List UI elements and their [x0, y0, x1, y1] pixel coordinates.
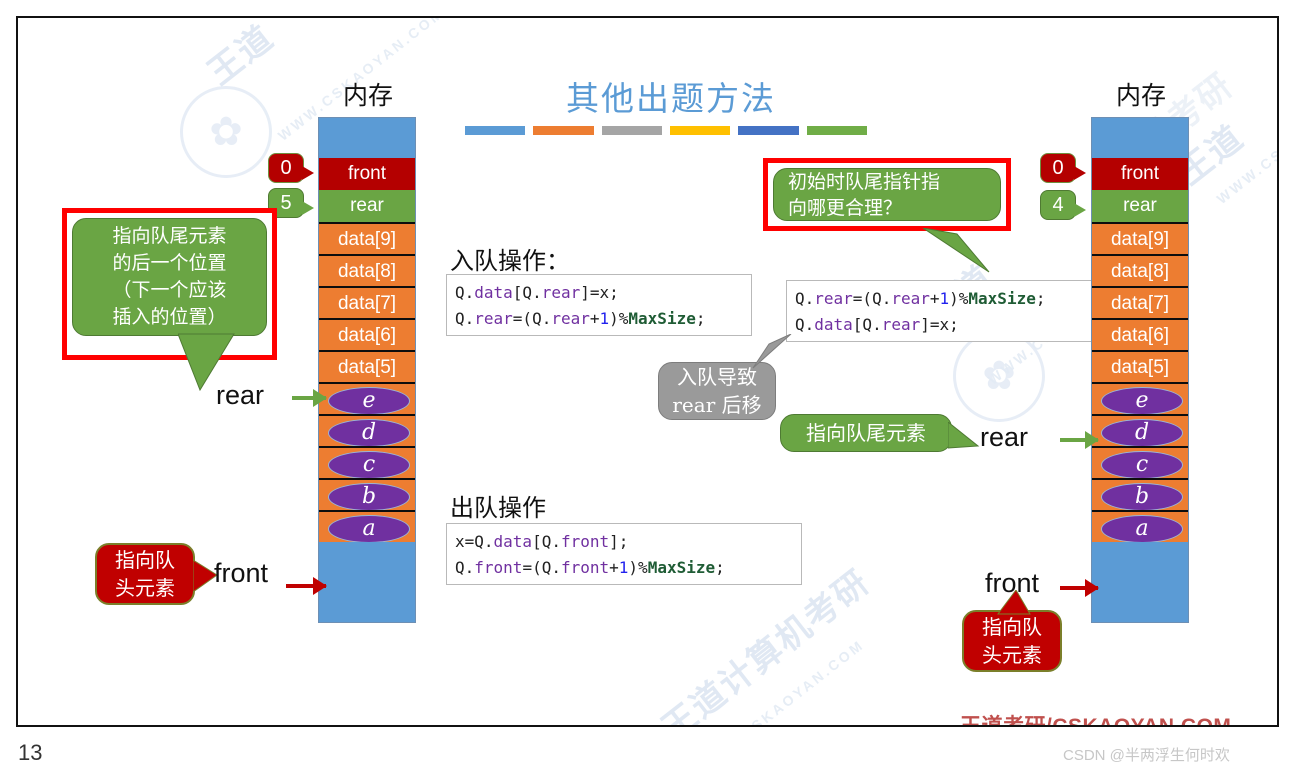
arrow-rear-right-icon — [1060, 431, 1099, 449]
callout-tail-icon — [752, 334, 792, 369]
front-index-tag-right: 0 — [1040, 153, 1086, 183]
watermark-seal-icon: ✿ — [953, 330, 1045, 422]
callout-front-points-to-head-right: 指向队 头元素 — [962, 610, 1062, 672]
memory-cell-data: data[7] — [1092, 286, 1188, 318]
element-oval: d — [1101, 419, 1183, 447]
title-decoration-bars — [465, 126, 867, 135]
watermark-url: WWW.CS — [1213, 145, 1279, 207]
memory-cell-data: data[6] — [1092, 318, 1188, 350]
element-oval: e — [1101, 387, 1183, 415]
element-oval: b — [328, 483, 410, 511]
callout-tail-icon — [948, 422, 980, 449]
memory-cell-element: e — [319, 382, 415, 415]
element-oval: b — [1101, 483, 1183, 511]
code-line: Q.front=(Q.front+1)%MaxSize; — [455, 558, 725, 577]
watermark-logo-text: 王道 — [201, 18, 282, 93]
element-oval: a — [328, 515, 410, 543]
title-bar-segment — [533, 126, 594, 135]
callout-tail-icon — [997, 590, 1031, 615]
arrow-rear-left-icon — [292, 389, 327, 407]
enqueue-heading: 入队操作： — [450, 247, 570, 275]
watermark-url: WWW.CSKAOYAN.COM — [694, 636, 868, 727]
memory-cell-element: d — [319, 414, 415, 447]
code-line: x=Q.data[Q.front]; — [455, 532, 629, 551]
callout-front-points-to-head-left: 指向队 头元素 — [95, 543, 195, 605]
memory-cell-data: data[5] — [1092, 350, 1188, 382]
memory-cell-front: front — [319, 158, 415, 190]
memory-column-left: 内存 front rear data[9] data[8] data[7] da… — [318, 81, 416, 623]
callout-enqueue-moves-rear: 入队导致 rear 后移 — [658, 362, 776, 420]
memory-cell-empty-top — [319, 118, 415, 158]
memory-cell-data: data[7] — [319, 286, 415, 318]
memory-cell-rear: rear — [1092, 190, 1188, 222]
code-line: Q.data[Q.rear]=x; — [455, 283, 619, 302]
memory-cell-data: data[9] — [1092, 222, 1188, 254]
page-number: 13 — [18, 740, 43, 765]
element-oval: c — [1101, 451, 1183, 479]
memory-caption-right: 内存 — [1115, 81, 1166, 110]
slide-canvas: 王道 WWW.CSKAOYAN.COM ✿ 王道 WWW.CS 王道 WWW.C… — [16, 16, 1279, 727]
callout-tail-icon — [923, 228, 990, 273]
front-index-tag-left: 0 — [268, 153, 314, 183]
pointer-label-rear-left: rear — [216, 380, 265, 410]
code-block-dequeue: x=Q.data[Q.front]; Q.front=(Q.front+1)%Ma… — [446, 523, 802, 585]
code-line: Q.data[Q.rear]=x; — [795, 315, 959, 334]
csdn-credit: CSDN @半两浮生何时欢 — [1063, 747, 1230, 764]
code-line: Q.rear=(Q.rear+1)%MaxSize; — [795, 289, 1046, 308]
tag-beak-icon — [302, 166, 314, 180]
element-oval: a — [1101, 515, 1183, 543]
code-line: Q.rear=(Q.rear+1)%MaxSize; — [455, 309, 706, 328]
memory-cell-element: d — [1092, 414, 1188, 447]
memory-cell-data: data[9] — [319, 222, 415, 254]
memory-cell-element: a — [319, 510, 415, 543]
callout-rear-points-to-next-slot: 指向队尾元素 的后一个位置 （下一个应该 插入的位置） — [72, 218, 267, 336]
memory-cell-element: c — [319, 446, 415, 479]
callout-initial-rear-question: 初始时队尾指针指 向哪更合理？ — [773, 168, 1001, 221]
memory-cell-element: e — [1092, 382, 1188, 415]
rear-index-tag-right: 4 — [1040, 190, 1086, 220]
memory-column-right: 内存 front rear data[9] data[8] data[7] da… — [1091, 81, 1189, 623]
memory-cell-data: data[8] — [319, 254, 415, 286]
tag-beak-icon — [1074, 166, 1086, 180]
memory-cell-front: front — [1092, 158, 1188, 190]
title-bar-segment — [738, 126, 799, 135]
title-bar-segment — [601, 126, 662, 135]
arrow-front-right-icon — [1060, 579, 1099, 597]
memory-cell-data: data[5] — [319, 350, 415, 382]
callout-rear-points-to-tail-right: 指向队尾元素 — [780, 414, 952, 452]
memory-cell-element: a — [1092, 510, 1188, 543]
title-bar-segment — [669, 126, 731, 135]
code-block-enqueue-rear-first: Q.rear=(Q.rear+1)%MaxSize; Q.data[Q.rear]… — [786, 280, 1092, 342]
memory-cell-element: b — [1092, 478, 1188, 511]
pointer-label-front-left: front — [214, 558, 269, 588]
memory-cell-empty-bottom — [319, 542, 415, 622]
memory-cell-data: data[8] — [1092, 254, 1188, 286]
memory-cell-element: c — [1092, 446, 1188, 479]
watermark-seal-icon: ✿ — [180, 86, 272, 178]
memory-cell-empty-top — [1092, 118, 1188, 158]
memory-cell-rear: rear — [319, 190, 415, 222]
pointer-label-rear-right: rear — [980, 422, 1029, 452]
memory-cell-empty-bottom — [1092, 542, 1188, 622]
dequeue-heading: 出队操作 — [450, 494, 546, 522]
title-bar-segment — [465, 126, 526, 135]
memory-caption-left: 内存 — [342, 81, 393, 110]
code-block-enqueue-rear-last: Q.data[Q.rear]=x; Q.rear=(Q.rear+1)%MaxSi… — [446, 274, 752, 336]
tag-beak-icon — [1074, 203, 1086, 217]
element-oval: c — [328, 451, 410, 479]
page-title: 其他出题方法 — [566, 79, 776, 118]
tag-beak-icon — [302, 201, 314, 215]
element-oval: e — [328, 387, 410, 415]
memory-cell-data: data[6] — [319, 318, 415, 350]
brand-footer: 王道考研/CSKAOYAN.COM — [960, 715, 1232, 727]
arrow-front-left-icon — [286, 577, 327, 595]
element-oval: d — [328, 419, 410, 447]
title-bar-segment — [806, 126, 867, 135]
memory-cell-element: b — [319, 478, 415, 511]
